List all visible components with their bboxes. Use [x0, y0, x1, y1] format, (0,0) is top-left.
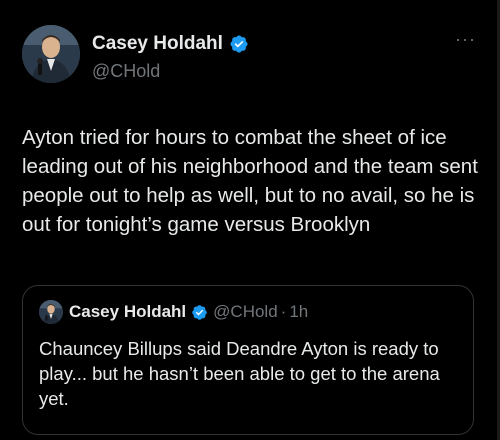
tweet-card: Casey Holdahl @CHold ··· Ayton tried for… [0, 0, 500, 440]
quoted-avatar [39, 300, 63, 324]
quoted-separator: · [280, 302, 287, 321]
author-name-row: Casey Holdahl [92, 33, 249, 55]
avatar[interactable] [22, 25, 80, 83]
quoted-tweet-header: Casey Holdahl @CHold · 1h [39, 300, 308, 324]
avatar-image [22, 25, 80, 83]
verified-badge-icon[interactable] [229, 34, 249, 54]
quoted-tweet[interactable]: Casey Holdahl @CHold · 1h Chauncey Billu… [22, 285, 474, 435]
author-handle[interactable]: @CHold [92, 61, 249, 82]
more-dots-icon[interactable]: ··· [455, 30, 476, 48]
quoted-avatar-image [39, 300, 63, 324]
tweet-text: Ayton tried for hours to combat the shee… [22, 126, 478, 236]
quoted-tweet-text: Chauncey Billups said Deandre Ayton is r… [39, 338, 440, 409]
author-info: Casey Holdahl @CHold [92, 33, 249, 82]
quoted-handle: @CHold [213, 302, 278, 321]
quoted-display-name: Casey Holdahl [69, 302, 187, 321]
quoted-timestamp: 1h [289, 302, 309, 321]
quoted-verified-badge-icon [191, 304, 208, 321]
author-display-name[interactable]: Casey Holdahl [92, 33, 223, 55]
